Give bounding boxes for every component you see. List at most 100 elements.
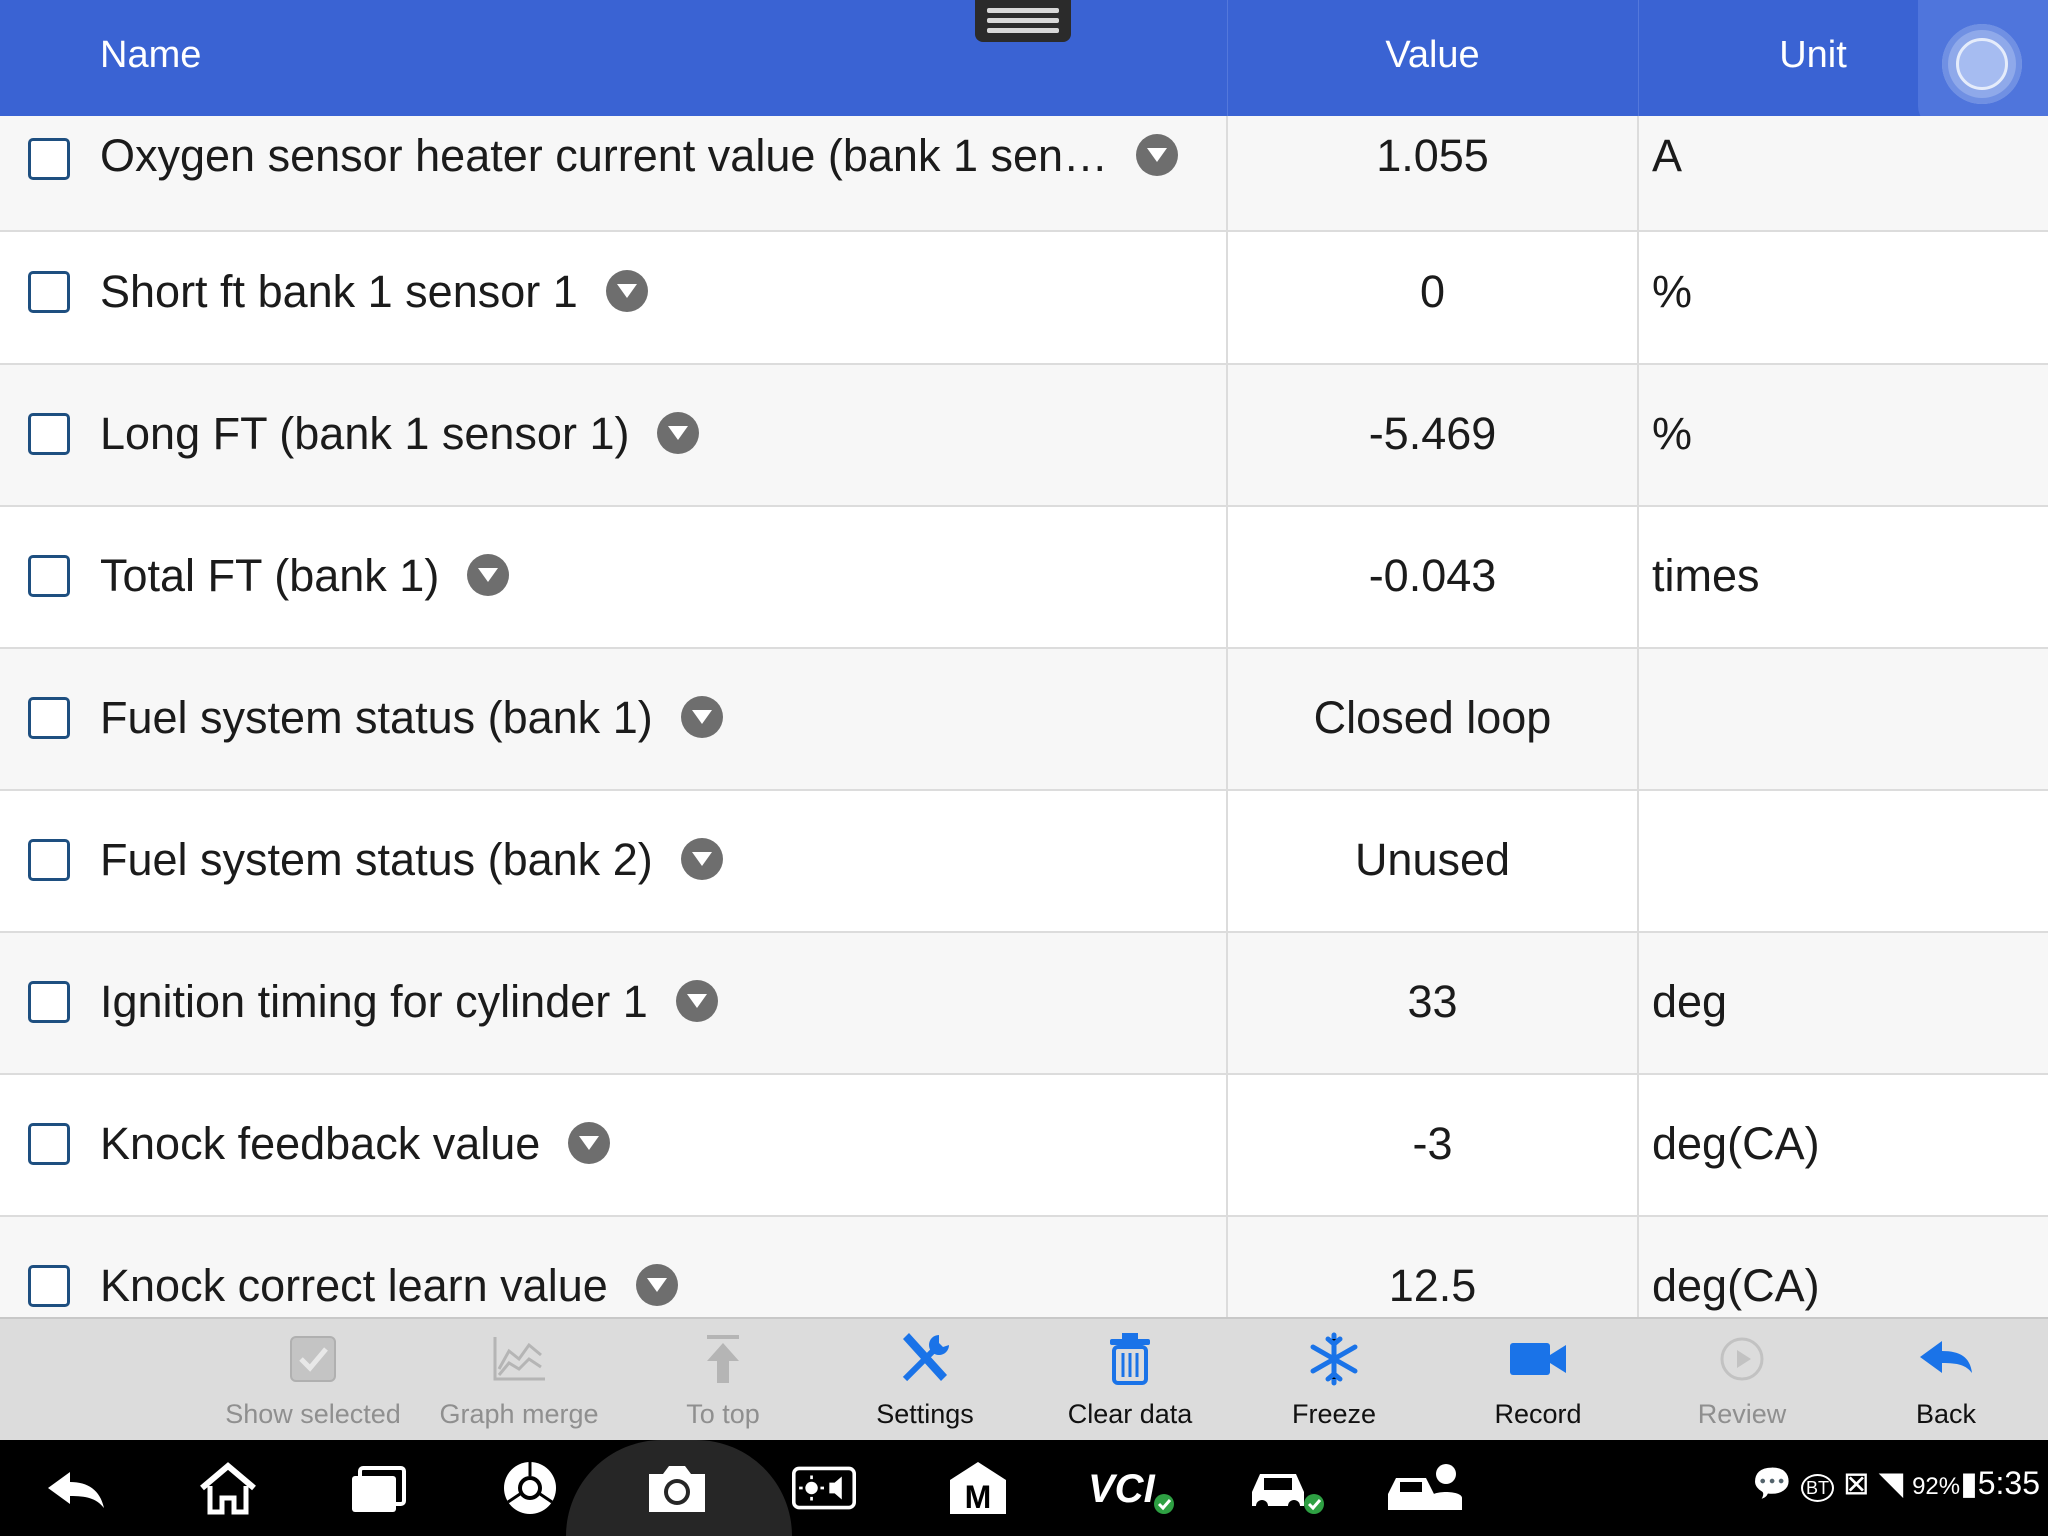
- maxifix-label: M: [965, 1479, 992, 1515]
- home-icon[interactable]: [196, 1458, 260, 1518]
- expand-dropdown-icon[interactable]: [467, 554, 510, 597]
- column-divider: [1637, 116, 1639, 1317]
- maxifix-icon[interactable]: M: [946, 1458, 1010, 1518]
- wrench-screwdriver-icon: [902, 1333, 949, 1382]
- row-checkbox[interactable]: [28, 138, 70, 180]
- car-service-icon[interactable]: [1386, 1458, 1470, 1518]
- column-header-value: Value: [1385, 34, 1480, 76]
- row-checkbox[interactable]: [28, 1265, 70, 1307]
- table-row[interactable]: Total FT (bank 1) -0.043 times: [0, 507, 2048, 649]
- table-row[interactable]: Knock correct learn value 12.5 deg(CA): [0, 1217, 2048, 1317]
- wifi-icon: ◥: [1878, 1465, 1904, 1501]
- camera-icon[interactable]: [645, 1458, 709, 1518]
- show-selected-button[interactable]: Show selected: [211, 1319, 415, 1442]
- chrome-icon[interactable]: [498, 1458, 562, 1518]
- row-value: 0: [1419, 266, 1446, 317]
- column-header-name: Name: [100, 34, 202, 76]
- freeze-button[interactable]: Freeze: [1232, 1319, 1436, 1442]
- system-navigation-bar: M VCI 💬 BT ⊠ ◥ 92%▮5:35: [0, 1440, 2048, 1536]
- row-checkbox[interactable]: [28, 981, 70, 1023]
- vci-icon[interactable]: VCI: [1086, 1458, 1176, 1518]
- trash-icon: [1110, 1333, 1150, 1385]
- row-name: Oxygen sensor heater current value (bank…: [100, 130, 1109, 181]
- row-checkbox[interactable]: [28, 697, 70, 739]
- table-row[interactable]: Long FT (bank 1 sensor 1) -5.469 %: [0, 365, 2048, 507]
- freeze-label: Freeze: [1291, 1399, 1377, 1429]
- table-row[interactable]: Ignition timing for cylinder 1 33 deg: [0, 933, 2048, 1075]
- floating-assistive-button[interactable]: [1918, 0, 2048, 128]
- row-checkbox[interactable]: [28, 1123, 70, 1165]
- review-button[interactable]: Review: [1640, 1319, 1844, 1442]
- to-top-label: To top: [686, 1399, 760, 1429]
- play-circle-icon: [1720, 1337, 1764, 1381]
- settings-label: Settings: [876, 1399, 974, 1429]
- table-row[interactable]: Fuel system status (bank 2) Unused: [0, 791, 2048, 933]
- row-unit: times: [1652, 550, 1760, 601]
- assistive-ring-icon: [1942, 24, 2022, 104]
- row-checkbox[interactable]: [28, 271, 70, 313]
- no-connection-icon: ⊠: [1842, 1465, 1870, 1501]
- clear-data-button[interactable]: Clear data: [1028, 1319, 1232, 1442]
- clear-data-label: Clear data: [1067, 1399, 1193, 1429]
- expand-dropdown-icon[interactable]: [1136, 134, 1179, 177]
- expand-dropdown-icon[interactable]: [675, 980, 718, 1023]
- row-name: Ignition timing for cylinder 1: [100, 976, 648, 1027]
- table-row[interactable]: Oxygen sensor heater current value (bank…: [0, 116, 2048, 232]
- row-name: Fuel system status (bank 1): [100, 692, 653, 743]
- graph-merge-label: Graph merge: [439, 1399, 599, 1429]
- graph-merge-button[interactable]: Graph merge: [417, 1319, 621, 1442]
- settings-button[interactable]: Settings: [823, 1319, 1027, 1442]
- review-label: Review: [1697, 1399, 1787, 1429]
- row-checkbox[interactable]: [28, 555, 70, 597]
- vci-label: VCI: [1088, 1467, 1156, 1511]
- row-value: Unused: [1354, 834, 1511, 885]
- row-name: Short ft bank 1 sensor 1: [100, 266, 578, 317]
- row-value: -0.043: [1368, 550, 1497, 601]
- row-unit: A: [1652, 130, 1683, 181]
- table-row[interactable]: Fuel system status (bank 1) Closed loop: [0, 649, 2048, 791]
- recent-apps-icon[interactable]: [346, 1458, 410, 1518]
- record-button[interactable]: Record: [1436, 1319, 1640, 1442]
- checkbox-checked-icon: [290, 1336, 336, 1382]
- row-name: Total FT (bank 1): [100, 550, 440, 601]
- row-checkbox[interactable]: [28, 839, 70, 881]
- arrow-to-top-icon: [707, 1335, 739, 1383]
- snowflake-icon: [1310, 1332, 1358, 1386]
- column-divider: [1226, 116, 1228, 1317]
- table-row[interactable]: Knock feedback value -3 deg(CA): [0, 1075, 2048, 1217]
- status-bar: 💬 BT ⊠ ◥ 92%▮5:35: [1752, 1464, 2040, 1502]
- chat-icon: 💬: [1752, 1465, 1793, 1501]
- back-arrow-icon: [1920, 1341, 1972, 1373]
- row-checkbox[interactable]: [28, 413, 70, 455]
- data-stream-table[interactable]: Oxygen sensor heater current value (bank…: [0, 116, 2048, 1317]
- row-name: Long FT (bank 1 sensor 1): [100, 408, 630, 459]
- expand-dropdown-icon[interactable]: [657, 412, 700, 455]
- row-name: Knock correct learn value: [100, 1260, 608, 1311]
- bluetooth-icon: BT: [1800, 1474, 1834, 1502]
- video-camera-icon: [1510, 1343, 1566, 1375]
- row-unit: deg: [1652, 976, 1728, 1027]
- record-label: Record: [1494, 1399, 1582, 1429]
- row-value: Closed loop: [1313, 692, 1552, 743]
- show-selected-label: Show selected: [225, 1399, 401, 1429]
- row-unit: %: [1652, 266, 1693, 317]
- expand-dropdown-icon[interactable]: [680, 838, 723, 881]
- back-label: Back: [1915, 1399, 1977, 1429]
- table-row[interactable]: Short ft bank 1 sensor 1 0 %: [0, 223, 2048, 365]
- expand-dropdown-icon[interactable]: [680, 696, 723, 739]
- clock: 5:35: [1977, 1465, 2040, 1501]
- row-name: Knock feedback value: [100, 1118, 541, 1169]
- back-button[interactable]: Back: [1844, 1319, 2048, 1442]
- expand-dropdown-icon[interactable]: [635, 1264, 678, 1307]
- brightness-volume-icon[interactable]: [792, 1458, 856, 1518]
- pull-down-handle[interactable]: [975, 0, 1071, 42]
- bottom-toolbar: Show selected Graph merge To top Setting…: [0, 1317, 2048, 1440]
- car-icon[interactable]: [1246, 1458, 1326, 1518]
- expand-dropdown-icon[interactable]: [568, 1122, 611, 1165]
- expand-dropdown-icon[interactable]: [605, 270, 648, 313]
- battery-percent: 92%: [1912, 1473, 1961, 1500]
- to-top-button[interactable]: To top: [621, 1319, 825, 1442]
- back-icon[interactable]: [44, 1458, 108, 1518]
- row-unit: %: [1652, 408, 1693, 459]
- battery-icon: ▮: [1960, 1465, 1978, 1501]
